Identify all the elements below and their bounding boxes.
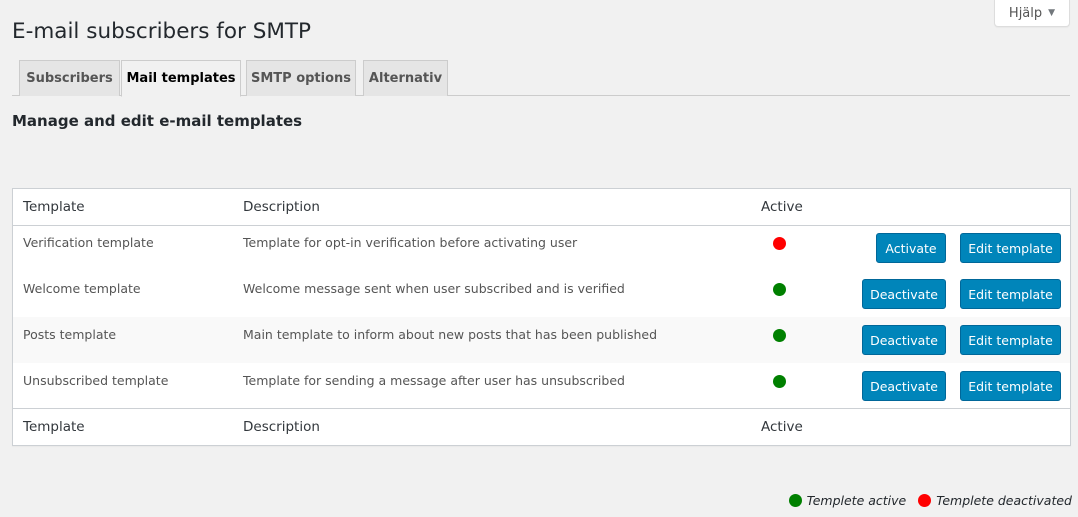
edit-template-button[interactable]: Edit template xyxy=(960,325,1061,355)
template-name: Welcome template xyxy=(23,281,141,296)
help-tab-button[interactable]: Hjälp ▼ xyxy=(994,0,1070,27)
nav-tabs: Subscribers Mail templates SMTP options … xyxy=(12,60,1070,97)
tab-subscribers[interactable]: Subscribers xyxy=(19,60,120,96)
table-footer: Template Description Active xyxy=(13,408,1070,445)
tab-alternativ[interactable]: Alternativ xyxy=(363,60,448,96)
table-row: Posts template Main template to inform a… xyxy=(13,317,1070,363)
edit-template-button[interactable]: Edit template xyxy=(960,371,1061,401)
legend-active-label: Templete active xyxy=(806,493,907,508)
status-legend: Templete active Templete deactivated xyxy=(788,493,1072,508)
template-name: Verification template xyxy=(23,235,154,250)
templates-table: Template Description Active Verification… xyxy=(12,188,1071,446)
template-name: Unsubscribed template xyxy=(23,373,169,388)
active-dot-icon xyxy=(788,494,802,507)
status-active-icon xyxy=(773,375,786,388)
table-row: Welcome template Welcome message sent wh… xyxy=(13,271,1070,317)
status-inactive-icon xyxy=(773,237,786,250)
edit-template-button[interactable]: Edit template xyxy=(960,279,1061,309)
deactivate-button[interactable]: Deactivate xyxy=(862,279,946,309)
page-title: E-mail subscribers for SMTP xyxy=(12,19,311,44)
deactivate-button[interactable]: Deactivate xyxy=(862,371,946,401)
status-active-icon xyxy=(773,329,786,342)
deactivate-button[interactable]: Deactivate xyxy=(862,325,946,355)
column-footer-description: Description xyxy=(243,419,320,435)
activate-button[interactable]: Activate xyxy=(876,233,946,263)
tab-mail-templates[interactable]: Mail templates xyxy=(121,60,241,97)
column-footer-active: Active xyxy=(761,419,803,435)
template-description: Welcome message sent when user subscribe… xyxy=(243,281,625,296)
template-description: Template for opt-in verification before … xyxy=(243,235,578,250)
tab-smtp-options[interactable]: SMTP options xyxy=(246,60,356,96)
legend-inactive-label: Templete deactivated xyxy=(936,493,1072,508)
table-row: Unsubscribed template Template for sendi… xyxy=(13,363,1070,409)
column-header-description: Description xyxy=(243,199,320,215)
column-header-active: Active xyxy=(761,199,803,215)
caret-down-icon: ▼ xyxy=(1048,8,1056,18)
template-description: Template for sending a message after use… xyxy=(243,373,625,388)
section-title: Manage and edit e-mail templates xyxy=(12,112,303,130)
column-header-template: Template xyxy=(23,199,85,215)
table-header: Template Description Active xyxy=(13,189,1070,226)
column-footer-template: Template xyxy=(23,419,85,435)
inactive-dot-icon xyxy=(918,494,932,507)
edit-template-button[interactable]: Edit template xyxy=(960,233,1061,263)
help-label: Hjälp xyxy=(1008,5,1043,21)
status-active-icon xyxy=(773,283,786,296)
table-row: Verification template Template for opt-i… xyxy=(13,225,1070,271)
template-name: Posts template xyxy=(23,327,117,342)
template-description: Main template to inform about new posts … xyxy=(243,327,658,342)
